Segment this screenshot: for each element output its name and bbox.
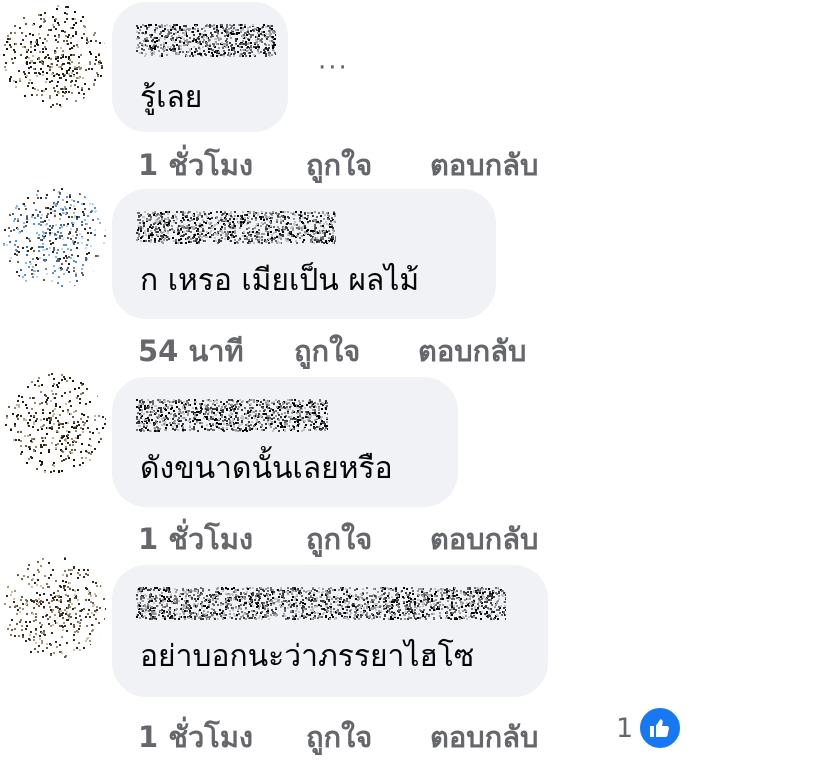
reply-button[interactable]: ตอบกลับ [430, 142, 538, 188]
comment-timestamp[interactable]: 1 ชั่วโมง [138, 142, 253, 188]
avatar[interactable] [2, 186, 106, 290]
avatar[interactable] [2, 4, 106, 108]
comment-bubble: ดังขนาดนั้นเลยหรือ [112, 377, 458, 507]
like-icon [637, 705, 684, 751]
comment-text: รู้เลย [140, 80, 203, 115]
like-button[interactable]: ถูกใจ [306, 142, 372, 188]
avatar[interactable] [2, 372, 106, 476]
comment-timestamp[interactable]: 54 นาที [138, 328, 244, 374]
author-name-blurred[interactable] [136, 18, 276, 62]
reaction-summary[interactable]: 1 [616, 705, 684, 751]
comment-timestamp[interactable]: 1 ชั่วโมง [138, 516, 253, 562]
reply-button[interactable]: ตอบกลับ [418, 328, 526, 374]
reply-button[interactable]: ตอบกลับ [430, 516, 538, 562]
reaction-count: 1 [616, 712, 634, 744]
author-name-blurred[interactable] [136, 205, 336, 249]
reply-button[interactable]: ตอบกลับ [430, 714, 538, 760]
comment-bubble: ก เหรอ เมียเป็น ผลไม้ [112, 189, 496, 319]
like-button[interactable]: ถูกใจ [294, 328, 360, 374]
more-options-button[interactable]: ··· [318, 55, 349, 81]
avatar[interactable] [2, 556, 106, 660]
comment-text: ดังขนาดนั้นเลยหรือ [140, 451, 393, 486]
comment-bubble: รู้เลย [112, 2, 288, 132]
comment-text: ก เหรอ เมียเป็น ผลไม้ [140, 263, 420, 298]
comment-text: อย่าบอกนะว่าภรรยาไฮโซ [140, 639, 475, 674]
author-name-blurred[interactable] [136, 393, 328, 437]
author-name-blurred[interactable] [136, 581, 506, 625]
comment-timestamp[interactable]: 1 ชั่วโมง [138, 714, 253, 760]
like-button[interactable]: ถูกใจ [306, 714, 372, 760]
like-button[interactable]: ถูกใจ [306, 516, 372, 562]
comment-bubble: อย่าบอกนะว่าภรรยาไฮโซ [112, 565, 548, 697]
